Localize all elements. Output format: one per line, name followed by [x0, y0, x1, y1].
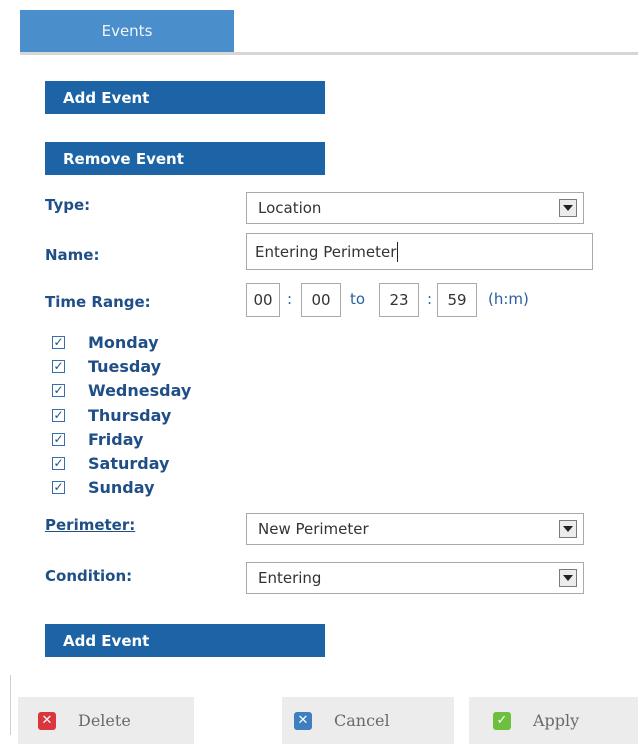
- sunday-checkbox[interactable]: ✓: [52, 480, 65, 494]
- start-minute-input[interactable]: 00: [301, 283, 341, 317]
- to-label: to: [350, 290, 366, 308]
- end-minute-input[interactable]: 59: [437, 283, 477, 317]
- cancel-button-label: Cancel: [334, 711, 390, 730]
- tuesday-checkbox[interactable]: ✓: [52, 359, 65, 373]
- tuesday-label: Tuesday: [88, 356, 162, 376]
- day-row-saturday[interactable]: ✓ Saturday: [52, 451, 169, 475]
- saturday-checkbox[interactable]: ✓: [52, 456, 65, 470]
- friday-checkbox[interactable]: ✓: [52, 432, 65, 446]
- perimeter-link[interactable]: Perimeter:: [45, 516, 135, 534]
- x-icon: ✕: [38, 711, 56, 730]
- remove-event-button[interactable]: Remove Event: [45, 142, 325, 175]
- chevron-down-icon[interactable]: [559, 199, 577, 217]
- type-label: Type:: [45, 196, 91, 214]
- perimeter-select-value: New Perimeter: [258, 520, 369, 538]
- name-input-value: Entering Perimeter: [255, 242, 397, 261]
- thursday-checkbox[interactable]: ✓: [52, 408, 65, 422]
- text-caret: [397, 241, 399, 262]
- chevron-down-icon[interactable]: [559, 569, 577, 587]
- day-row-monday[interactable]: ✓ Monday: [52, 330, 159, 354]
- chevron-down-icon[interactable]: [559, 520, 577, 538]
- day-row-wednesday[interactable]: ✓ Wednesday: [52, 378, 191, 402]
- tab-events[interactable]: Events: [20, 10, 234, 52]
- tab-divider: [20, 52, 638, 55]
- time-unit-label: (h:m): [488, 290, 529, 308]
- sunday-label: Sunday: [88, 477, 155, 497]
- type-select-value: Location: [258, 199, 322, 217]
- wednesday-checkbox[interactable]: ✓: [52, 383, 65, 397]
- type-select[interactable]: Location: [246, 192, 584, 224]
- add-event-button-bottom[interactable]: Add Event: [45, 624, 325, 657]
- perimeter-select[interactable]: New Perimeter: [246, 513, 584, 545]
- condition-select[interactable]: Entering: [246, 562, 584, 594]
- check-icon: ✓: [493, 711, 511, 730]
- start-hour-input[interactable]: 00: [246, 283, 280, 317]
- add-event-button[interactable]: Add Event: [45, 81, 325, 114]
- thursday-label: Thursday: [88, 405, 172, 425]
- x-icon: ✕: [294, 711, 312, 730]
- monday-checkbox[interactable]: ✓: [52, 335, 65, 349]
- monday-label: Monday: [88, 332, 159, 352]
- wednesday-label: Wednesday: [88, 380, 192, 400]
- delete-button[interactable]: ✕ Delete: [18, 697, 194, 744]
- condition-label: Condition:: [45, 567, 133, 585]
- end-hour-input[interactable]: 23: [379, 283, 419, 317]
- day-row-friday[interactable]: ✓ Friday: [52, 427, 143, 451]
- day-row-thursday[interactable]: ✓ Thursday: [52, 403, 171, 427]
- apply-button-label: Apply: [533, 711, 580, 730]
- time-range-label: Time Range:: [45, 293, 151, 311]
- friday-label: Friday: [88, 429, 144, 449]
- condition-select-value: Entering: [258, 569, 322, 587]
- apply-button[interactable]: ✓ Apply: [469, 697, 638, 744]
- delete-button-label: Delete: [78, 711, 131, 730]
- cancel-button[interactable]: ✕ Cancel: [282, 697, 454, 744]
- name-label: Name:: [45, 246, 100, 264]
- saturday-label: Saturday: [88, 453, 170, 473]
- day-row-sunday[interactable]: ✓ Sunday: [52, 475, 155, 499]
- footer-divider: [10, 675, 11, 735]
- day-row-tuesday[interactable]: ✓ Tuesday: [52, 354, 161, 378]
- end-time-separator: :: [427, 290, 433, 308]
- name-input[interactable]: Entering Perimeter: [246, 233, 593, 270]
- start-time-separator: :: [287, 290, 293, 308]
